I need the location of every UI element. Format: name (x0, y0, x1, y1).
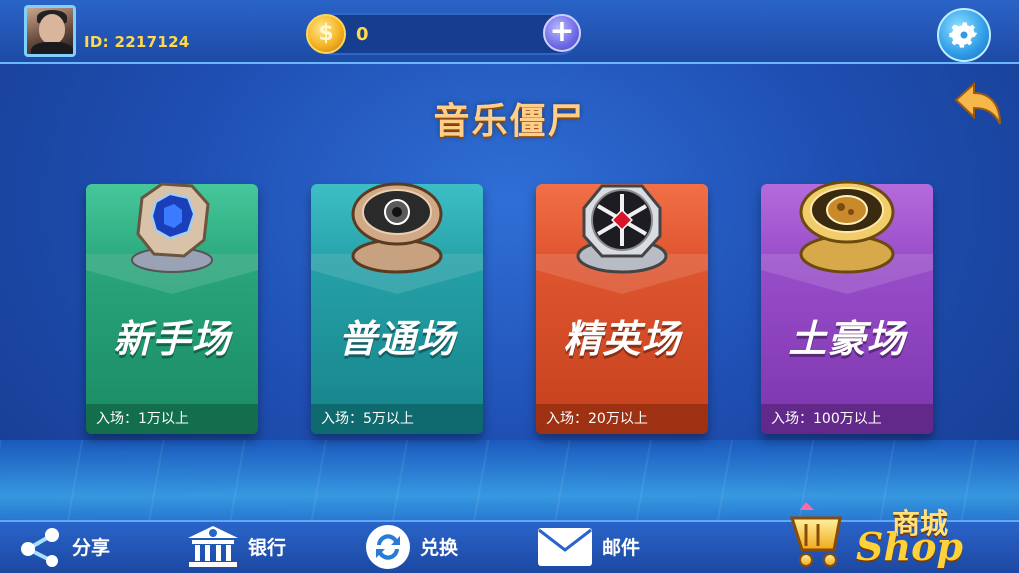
ring-sapphire-icon (131, 182, 213, 273)
ring-snowflake-icon (576, 184, 668, 274)
avatar[interactable] (24, 5, 76, 57)
shop-sub-label: Shop (856, 524, 963, 569)
nav-exchange[interactable]: 兑换 (364, 520, 458, 573)
nav-label: 邮件 (602, 537, 641, 559)
room-entry-requirement: 入场：1万以上 (86, 404, 258, 434)
room-name: 普通场 (338, 317, 456, 361)
share-icon (21, 527, 59, 567)
exchange-icon (366, 524, 410, 569)
ring-chip-icon (351, 182, 443, 274)
add-coins-button[interactable]: + (543, 14, 581, 52)
nav-mail[interactable]: 邮件 (536, 520, 640, 573)
room-name: 精英场 (563, 317, 681, 361)
room-name: 土豪场 (788, 317, 906, 361)
coin-balance: 0 (356, 24, 369, 45)
coin-balance-bar (312, 13, 580, 55)
user-id: ID: 2217124 (84, 33, 190, 51)
nav-label: 分享 (72, 537, 111, 559)
ring-gold-icon (799, 180, 895, 274)
nav-label: 银行 (248, 537, 287, 559)
nav-bank[interactable]: 银行 (186, 520, 286, 573)
room-card-tycoon[interactable]: 土豪场 入场：100万以上 (761, 180, 933, 434)
coin-icon: $ (306, 14, 346, 54)
room-name: 新手场 (113, 317, 231, 361)
shop-button[interactable]: 商城 Shop (780, 480, 980, 573)
room-card-normal[interactable]: 普通场 入场：5万以上 (311, 182, 483, 434)
nav-label: 兑换 (420, 537, 459, 559)
nav-share[interactable]: 分享 (18, 520, 110, 573)
room-entry-requirement: 入场：20万以上 (536, 404, 708, 434)
room-entry-requirement: 入场：100万以上 (761, 404, 933, 434)
page-title: 音乐僵尸 (433, 101, 586, 142)
settings-button[interactable] (937, 8, 991, 62)
room-card-elite[interactable]: 精英场 入场：20万以上 (536, 184, 708, 434)
room-entry-requirement: 入场：5万以上 (311, 404, 483, 434)
bank-icon (188, 525, 238, 567)
gear-icon (949, 22, 978, 48)
room-card-beginner[interactable]: 新手场 入场：1万以上 (86, 182, 258, 434)
mail-icon (538, 527, 592, 566)
